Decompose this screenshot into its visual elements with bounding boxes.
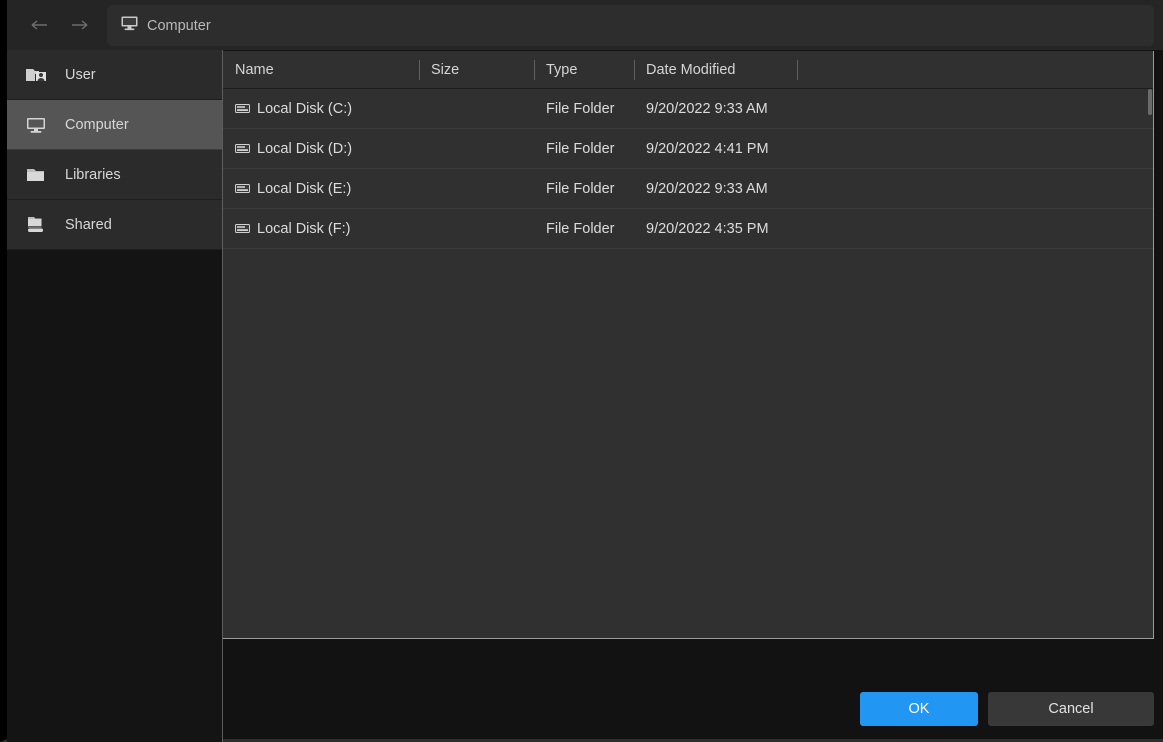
dialog-button-bar: OK Cancel — [860, 692, 1154, 726]
cell-type: File Folder — [546, 100, 615, 117]
back-button[interactable] — [19, 10, 59, 40]
computer-icon — [25, 115, 47, 135]
breadcrumb-bar[interactable]: Computer — [107, 5, 1154, 46]
drive-icon — [235, 221, 250, 237]
sidebar-item-label: Computer — [65, 116, 129, 133]
folder-icon — [25, 165, 47, 185]
vertical-scrollbar[interactable] — [1147, 89, 1153, 638]
forward-button[interactable] — [59, 10, 99, 40]
cell-name-label: Local Disk (F:) — [257, 220, 351, 237]
cell-name: Local Disk (F:) — [223, 209, 419, 249]
column-header-type[interactable]: Type — [534, 51, 634, 89]
footer: OK Cancel — [223, 639, 1163, 739]
breadcrumb-item-computer[interactable]: Computer — [115, 13, 217, 39]
table-body: Local Disk (C:) File Folder 9/20/2022 9:… — [223, 89, 1153, 249]
drive-icon — [235, 101, 250, 117]
table-row[interactable]: Local Disk (F:) File Folder 9/20/2022 4:… — [223, 209, 1153, 249]
cell-name-label: Local Disk (E:) — [257, 180, 352, 197]
column-header-date-modified[interactable]: Date Modified — [634, 51, 797, 89]
cell-type: File Folder — [546, 220, 615, 237]
breadcrumb-label: Computer — [147, 17, 211, 34]
cell-size — [419, 209, 534, 249]
column-divider[interactable] — [797, 59, 798, 80]
cancel-button[interactable]: Cancel — [988, 692, 1154, 726]
sidebar-item-label: Libraries — [65, 166, 121, 183]
drive-icon — [235, 141, 250, 157]
table-row[interactable]: Local Disk (D:) File Folder 9/20/2022 4:… — [223, 129, 1153, 169]
cell-type: File Folder — [546, 180, 615, 197]
sidebar-list: User Computer Libraries Shared — [7, 50, 222, 250]
column-header-size[interactable]: Size — [419, 51, 534, 89]
file-list-panel: Name Size Type Date Modified Local Disk … — [223, 51, 1154, 639]
drive-icon — [235, 181, 250, 197]
arrow-left-icon — [31, 19, 48, 31]
table-row[interactable]: Local Disk (E:) File Folder 9/20/2022 9:… — [223, 169, 1153, 209]
sidebar-item-computer[interactable]: Computer — [7, 100, 222, 150]
sidebar-item-label: Shared — [65, 216, 112, 233]
toolbar: Computer — [7, 0, 1163, 50]
column-header-name[interactable]: Name — [223, 51, 419, 89]
cell-date: 9/20/2022 4:35 PM — [646, 220, 769, 237]
table-row[interactable]: Local Disk (C:) File Folder 9/20/2022 9:… — [223, 89, 1153, 129]
sidebar-item-shared[interactable]: Shared — [7, 200, 222, 250]
column-header-label: Size — [431, 61, 460, 78]
sidebar: User Computer Libraries Shared — [7, 50, 223, 742]
ok-button[interactable]: OK — [860, 692, 978, 726]
column-divider[interactable] — [534, 59, 535, 80]
cell-type: File Folder — [546, 140, 615, 157]
sidebar-item-user[interactable]: User — [7, 50, 222, 100]
cell-size — [419, 169, 534, 209]
cell-name: Local Disk (C:) — [223, 89, 419, 129]
cell-date: 9/20/2022 9:33 AM — [646, 100, 768, 117]
scrollbar-thumb[interactable] — [1148, 89, 1152, 115]
sidebar-item-label: User — [65, 66, 96, 83]
shared-folder-icon — [25, 215, 47, 235]
computer-icon — [121, 16, 138, 36]
column-divider[interactable] — [634, 59, 635, 80]
arrow-right-icon — [71, 19, 88, 31]
sidebar-item-libraries[interactable]: Libraries — [7, 150, 222, 200]
cell-name: Local Disk (E:) — [223, 169, 419, 209]
cell-date: 9/20/2022 4:41 PM — [646, 140, 769, 157]
column-header-label: Name — [235, 61, 274, 78]
column-header-spacer[interactable] — [797, 51, 1147, 89]
cell-name: Local Disk (D:) — [223, 129, 419, 169]
user-folder-icon — [25, 65, 47, 85]
table-header: Name Size Type Date Modified — [223, 51, 1153, 89]
cell-size — [419, 129, 534, 169]
column-header-label: Type — [546, 61, 578, 78]
cell-size — [419, 89, 534, 129]
cell-date: 9/20/2022 9:33 AM — [646, 180, 768, 197]
file-picker-window: Computer User Computer Libraries Shared … — [0, 0, 1163, 742]
column-header-label: Date Modified — [646, 61, 736, 78]
column-divider[interactable] — [419, 59, 420, 80]
cell-name-label: Local Disk (C:) — [257, 100, 353, 117]
cell-name-label: Local Disk (D:) — [257, 140, 353, 157]
